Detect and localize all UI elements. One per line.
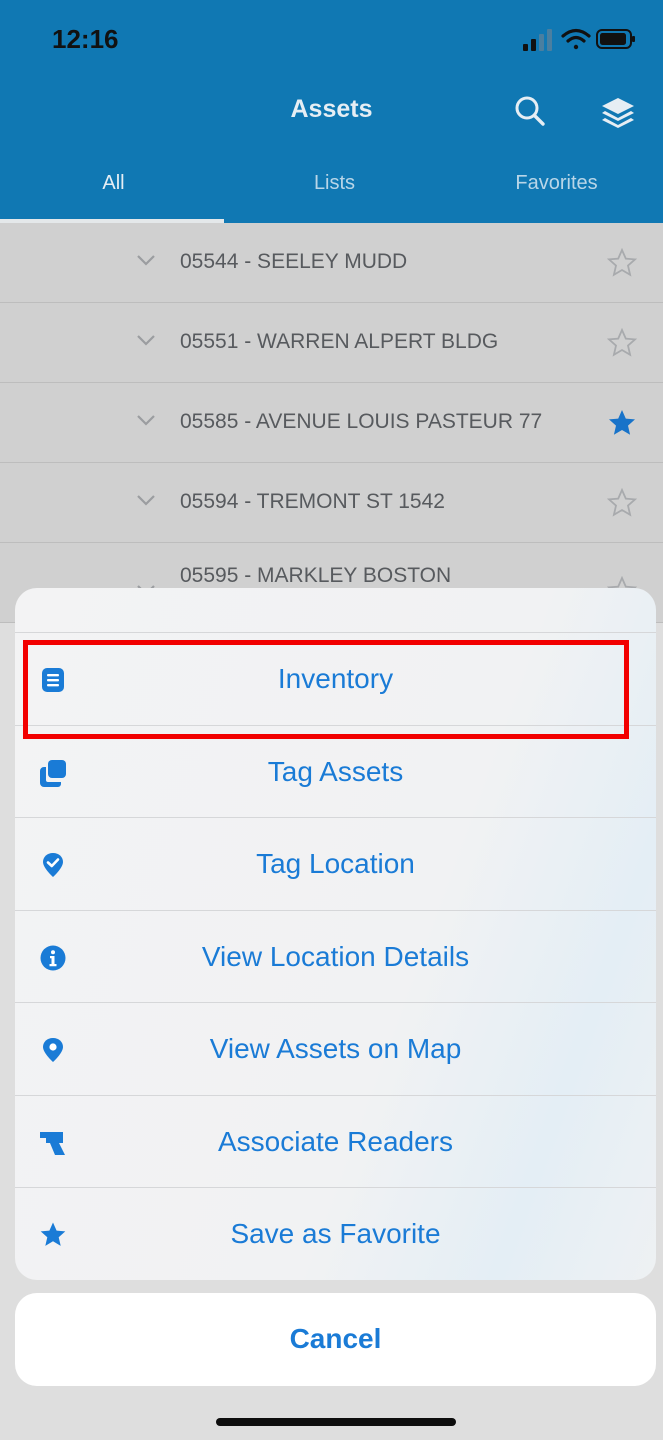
associate-readers-action[interactable]: Associate Readers	[15, 1096, 656, 1188]
header: 12:16 Assets All Lists Favorites	[0, 0, 663, 223]
search-icon[interactable]	[512, 93, 548, 129]
battery-icon	[596, 29, 635, 49]
status-icons	[523, 28, 635, 51]
view-location-details-label: View Location Details	[201, 940, 470, 972]
tab-lists[interactable]: Lists	[224, 172, 445, 195]
wifi-icon	[561, 28, 591, 50]
home-indicator[interactable]	[216, 1418, 456, 1426]
action-sheet-header	[15, 588, 656, 633]
cancel-button[interactable]: Cancel	[15, 1293, 656, 1386]
cancel-label: Cancel	[289, 1323, 382, 1354]
tab-all[interactable]: All	[3, 172, 224, 195]
tag-location-label: Tag Location	[256, 848, 415, 879]
layers-icon[interactable]	[598, 95, 638, 131]
highlight-box	[23, 640, 629, 739]
associate-readers-label: Associate Readers	[217, 1125, 453, 1157]
page-title: Assets	[290, 95, 373, 123]
save-as-favorite-action[interactable]: Save as Favorite	[15, 1188, 656, 1280]
view-location-details-action[interactable]: View Location Details	[15, 911, 656, 1003]
view-assets-on-map-action[interactable]: View Assets on Map	[15, 1003, 656, 1096]
screen: 12:16 Assets All Lists Favorites 05544 -…	[0, 0, 663, 1440]
save-as-favorite-label: Save as Favorite	[230, 1218, 441, 1249]
tag-assets-action[interactable]: Tag Assets	[15, 726, 656, 818]
tag-location-action[interactable]: Tag Location	[15, 818, 656, 911]
view-assets-on-map-label: View Assets on Map	[209, 1033, 462, 1064]
tab-favorites[interactable]: Favorites	[446, 172, 663, 195]
tag-assets-label: Tag Assets	[267, 755, 404, 787]
status-time: 12:16	[52, 24, 119, 54]
signal-icon	[523, 29, 552, 51]
